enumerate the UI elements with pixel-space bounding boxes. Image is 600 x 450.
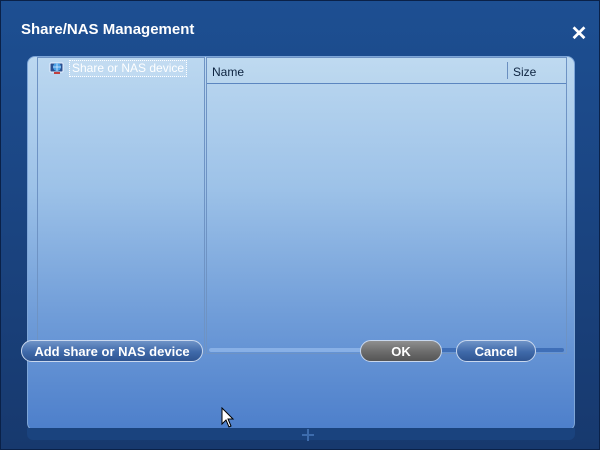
column-header-name[interactable]: Name	[212, 65, 244, 79]
column-header-size[interactable]: Size	[513, 65, 536, 79]
tree-item-label: Share or NAS device	[69, 59, 188, 77]
mouse-pointer-icon	[221, 406, 235, 429]
tree-item-share-or-nas-device[interactable]: Share or NAS device	[49, 59, 188, 77]
network-globe-icon	[49, 60, 65, 76]
title-bar: Share/NAS Management ✕	[1, 1, 600, 57]
cancel-button[interactable]: Cancel	[456, 340, 536, 362]
column-divider[interactable]	[507, 62, 508, 79]
ok-button[interactable]: OK	[360, 340, 442, 362]
add-share-button[interactable]: Add share or NAS device	[21, 340, 203, 362]
dialog-window: Share/NAS Management ✕ Share or NAS devi…	[0, 0, 600, 450]
resize-grip-icon[interactable]	[298, 427, 318, 443]
list-header: Name Size	[207, 58, 566, 84]
close-icon[interactable]: ✕	[567, 23, 591, 45]
device-tree[interactable]: Share or NAS device	[37, 57, 205, 354]
content-panel: Share or NAS device Name Size	[27, 56, 575, 431]
dialog-title: Share/NAS Management	[21, 21, 195, 38]
share-list[interactable]: Name Size	[206, 57, 567, 354]
